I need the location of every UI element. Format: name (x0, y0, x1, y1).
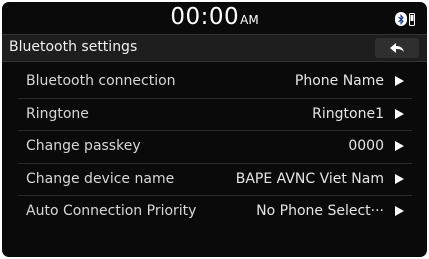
setting-row-ringtone[interactable]: Ringtone Ringtone1 (18, 99, 412, 131)
setting-label: Ringtone (26, 105, 89, 122)
setting-value: 0000 (348, 138, 384, 154)
chevron-right-icon (395, 173, 404, 184)
setting-label: Auto Connection Priority (26, 203, 197, 219)
status-bar: 00:00AM (2, 2, 427, 34)
chevron-right-icon (395, 141, 404, 151)
settings-header: Bluetooth settings (2, 34, 427, 62)
chevron-right-icon (395, 76, 404, 86)
chevron-right-icon (395, 108, 404, 119)
clock: 00:00AM (2, 4, 427, 30)
setting-row-change-device-name[interactable]: Change device name BAPE AVNC Viet Nam (18, 164, 412, 196)
clock-time: 00:00 (170, 4, 240, 30)
chevron-right-icon (395, 206, 404, 216)
setting-label: Bluetooth connection (26, 73, 176, 89)
clock-ampm: AM (240, 13, 259, 27)
setting-row-bluetooth-connection[interactable]: Bluetooth connection Phone Name (18, 66, 412, 99)
setting-label: Change device name (26, 170, 175, 187)
screen: 00:00AM Bluetooth settings Bluetooth con… (2, 2, 427, 257)
setting-value: Phone Name (294, 73, 384, 89)
setting-label: Change passkey (26, 138, 141, 154)
setting-value: No Phone Select··· (256, 203, 384, 219)
phone-icon (409, 12, 415, 26)
back-arrow-icon (390, 43, 404, 53)
setting-value: Ringtone1 (312, 105, 384, 122)
back-button[interactable] (375, 38, 419, 58)
page-title: Bluetooth settings (9, 39, 138, 55)
bluetooth-icon (395, 12, 407, 26)
setting-row-auto-connection-priority[interactable]: Auto Connection Priority No Phone Select… (18, 196, 412, 228)
setting-value: BAPE AVNC Viet Nam (235, 170, 384, 187)
setting-row-change-passkey[interactable]: Change passkey 0000 (18, 131, 412, 164)
status-icons (395, 11, 415, 27)
settings-list: Bluetooth connection Phone Name Ringtone… (2, 66, 427, 228)
